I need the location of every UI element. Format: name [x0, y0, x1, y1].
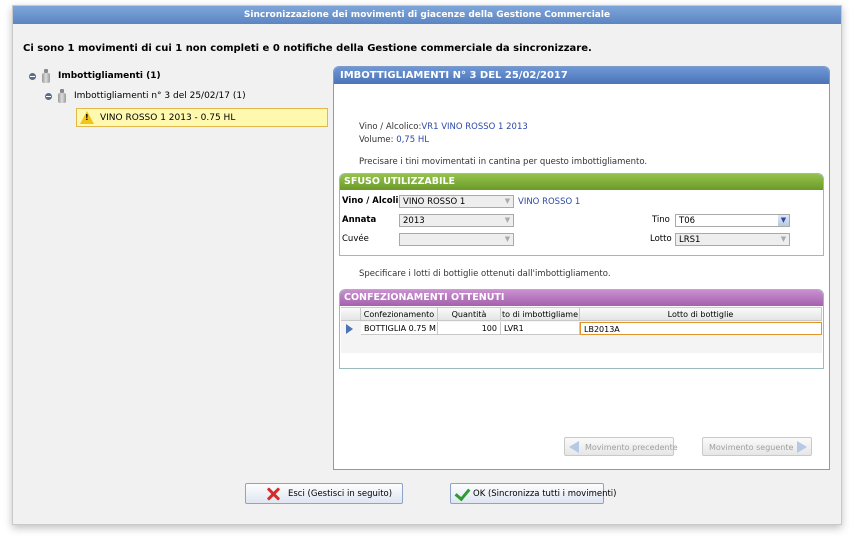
sfuso-title: SFUSO UTILIZZABILE — [340, 174, 823, 190]
ok-sync-button[interactable]: OK (Sincronizza tutti i movimenti) — [450, 483, 616, 504]
chevron-down-icon[interactable]: ▼ — [778, 234, 789, 245]
instruction-lotti: Specificare i lotti di bottiglie ottenut… — [359, 269, 611, 279]
chevron-down-icon[interactable]: ▼ — [778, 215, 789, 226]
cell-lotto-imbottigliamento[interactable]: LVR1 — [501, 322, 580, 335]
arrow-left-icon — [569, 441, 579, 453]
close-icon — [266, 487, 280, 501]
vino-select-value: VINO ROSSO 1 — [403, 197, 466, 207]
cell-confezionamento[interactable]: BOTTIGLIA 0.75 M — [361, 322, 438, 335]
cell-lotto-bottiglie[interactable]: LB2013A — [580, 322, 822, 335]
confezionamenti-title: CONFEZIONAMENTI OTTENUTI — [340, 290, 823, 306]
arrow-right-icon — [797, 441, 807, 453]
tree-child-label: Imbottigliamenti n° 3 del 25/02/17 (1) — [74, 91, 246, 101]
summary-text: Ci sono 1 movimenti di cui 1 non complet… — [23, 43, 592, 54]
column-header[interactable]: to di imbottigliame — [501, 308, 580, 321]
tree-node-leaf-selected[interactable]: ! VINO ROSSO 1 2013 - 0.75 HL — [76, 108, 328, 127]
lotto-select[interactable]: LRS1 ▼ — [675, 233, 790, 246]
tino-select-value: T06 — [679, 216, 696, 226]
sync-dialog: Sincronizzazione dei movimenti di giacen… — [12, 5, 842, 525]
cuvee-select[interactable]: ▼ — [399, 233, 514, 246]
wine-info: Vino / Alcolico:VR1 VINO ROSSO 1 2013 — [359, 122, 528, 132]
exit-button[interactable]: Esci (Gestisci in seguito) — [245, 483, 403, 504]
tino-select[interactable]: T06 ▼ — [675, 214, 790, 227]
ok-button-label: OK (Sincronizza tutti i movimenti) — [473, 489, 617, 499]
volume-value: 0,75 HL — [396, 135, 429, 145]
exit-button-label: Esci (Gestisci in seguito) — [288, 489, 393, 499]
next-movement-label: Movimento seguente — [709, 443, 794, 452]
vino-label: Vino / Alcolic — [342, 196, 404, 206]
column-header[interactable]: Lotto di bottiglie — [580, 308, 822, 321]
volume-label: Volume: — [359, 135, 397, 145]
warning-icon: ! — [80, 111, 94, 124]
volume-info: Volume: 0,75 HL — [359, 135, 429, 145]
lotto-label: Lotto — [650, 234, 672, 244]
previous-movement-label: Movimento precedente — [585, 443, 678, 452]
wine-label: Vino / Alcolico: — [359, 122, 422, 132]
tino-label: Tino — [652, 215, 670, 225]
confezionamenti-grid: Confezionamento Quantità to di imbottigl… — [341, 307, 822, 353]
collapse-icon[interactable] — [29, 72, 36, 80]
annata-select-value: 2013 — [403, 216, 425, 226]
chevron-down-icon[interactable]: ▼ — [502, 234, 513, 245]
tree-root-label: Imbottigliamenti (1) — [58, 71, 161, 81]
tree-node-child[interactable]: Imbottigliamenti n° 3 del 25/02/17 (1) — [45, 89, 246, 103]
previous-movement-button[interactable]: Movimento precedente — [564, 437, 678, 456]
cuvee-label: Cuvée — [342, 234, 369, 244]
chevron-down-icon[interactable]: ▼ — [502, 196, 513, 207]
instruction-tini: Precisare i tini movimentati in cantina … — [359, 157, 648, 167]
column-header[interactable]: Quantità — [438, 308, 501, 321]
wine-value: VR1 VINO ROSSO 1 2013 — [421, 122, 528, 132]
tree-node-root[interactable]: Imbottigliamenti (1) — [29, 69, 161, 83]
current-row-indicator-icon — [346, 324, 353, 334]
bottle-icon — [58, 89, 66, 103]
grid-corner — [341, 308, 361, 321]
tree-leaf-label: VINO ROSSO 1 2013 - 0.75 HL — [100, 112, 236, 123]
confezionamenti-section: CONFEZIONAMENTI OTTENUTI Confezionamento… — [339, 289, 824, 369]
check-icon — [454, 484, 471, 502]
annata-select[interactable]: 2013 ▼ — [399, 214, 514, 227]
panel-title: IMBOTTIGLIAMENTI N° 3 DEL 25/02/2017 — [334, 67, 829, 84]
movement-detail-panel: IMBOTTIGLIAMENTI N° 3 DEL 25/02/2017 Vin… — [333, 66, 830, 470]
annata-label: Annata — [342, 215, 377, 225]
vino-select[interactable]: VINO ROSSO 1 ▼ — [399, 195, 514, 208]
column-header[interactable]: Confezionamento — [361, 308, 438, 321]
sfuso-section: SFUSO UTILIZZABILE Vino / Alcolic VINO R… — [339, 173, 824, 256]
collapse-icon[interactable] — [45, 92, 52, 100]
window-title: Sincronizzazione dei movimenti di giacen… — [13, 6, 841, 24]
bottle-icon — [42, 69, 50, 83]
chevron-down-icon[interactable]: ▼ — [502, 215, 513, 226]
vino-link[interactable]: VINO ROSSO 1 — [518, 197, 580, 207]
lotto-select-value: LRS1 — [679, 235, 701, 245]
next-movement-button[interactable]: Movimento seguente — [702, 437, 812, 456]
cell-quantita[interactable]: 100 — [438, 322, 501, 335]
